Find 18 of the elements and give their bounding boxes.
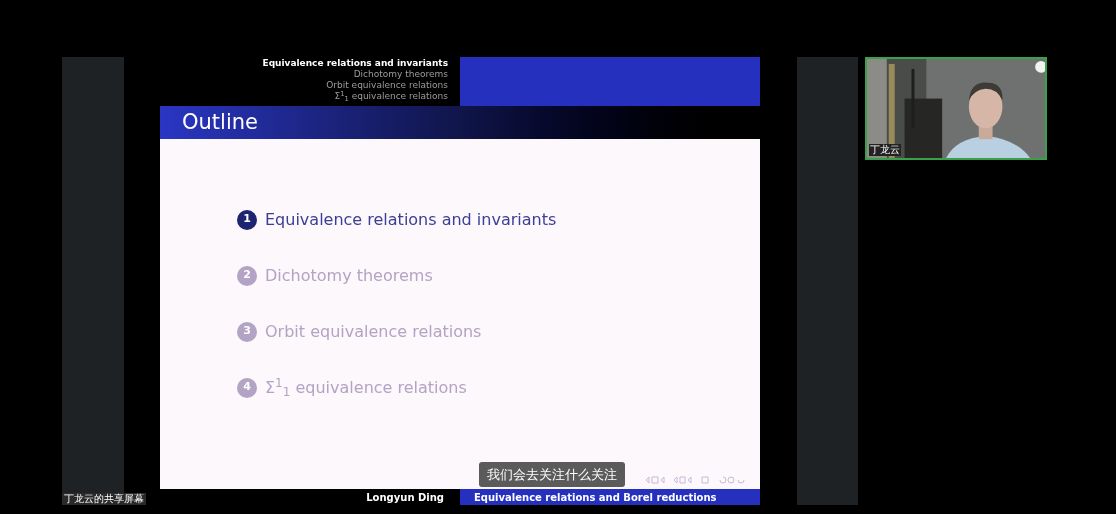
section-link[interactable]: Σ$^{1}$$_{1}$ equivalence relations <box>334 91 448 102</box>
number-badge: 2 <box>237 265 257 286</box>
outline-item: Equivalence relations and invariants <box>265 208 557 231</box>
section-link[interactable]: Orbit equivalence relations <box>326 80 448 91</box>
number-badge: 4 <box>237 377 257 398</box>
participant-name: 丁龙云 <box>869 144 901 156</box>
presentation-title: Equivalence relations and Borel reductions <box>474 490 717 505</box>
screen-share-label: 丁龙云的共享屏幕 <box>62 493 146 505</box>
section-link[interactable]: Dichotomy theorems <box>353 69 448 80</box>
number-badge: 1 <box>237 209 257 230</box>
outline-item: Orbit equivalence relations <box>265 320 482 343</box>
outline-item: Dichotomy theorems <box>265 264 433 287</box>
number-badge: 3 <box>237 321 257 342</box>
caption: 我们会去关注什么关注 <box>479 461 625 487</box>
author-name: Longyun Ding <box>366 490 444 505</box>
outline-item: Σ$^{1}$$_{1}$ equivalence relations <box>265 375 467 400</box>
section-link[interactable]: Equivalence relations and invariants <box>262 58 448 69</box>
slide-title: Outline <box>182 108 258 136</box>
